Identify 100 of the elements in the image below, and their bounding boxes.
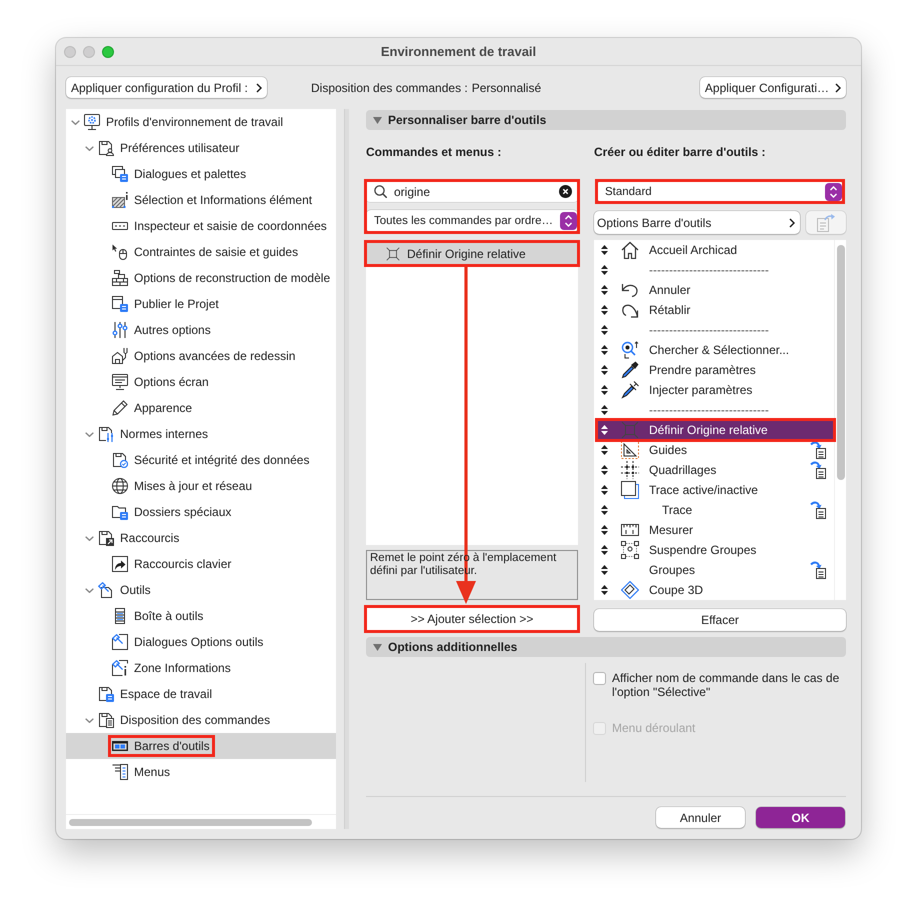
toolbar-item[interactable]: Rétablir xyxy=(597,300,834,320)
clear-button[interactable]: Effacer xyxy=(594,609,846,631)
add-selection-button[interactable]: >> Ajouter sélection >> xyxy=(366,607,578,631)
drag-handle-icon[interactable] xyxy=(601,445,608,455)
set-square-icon xyxy=(621,441,639,459)
tree-item[interactable]: Profils d'environnement de travail xyxy=(66,109,336,135)
tree-item[interactable]: Options écran xyxy=(66,369,336,395)
toolbar-item[interactable]: Mesurer xyxy=(597,520,834,540)
window-title: Environnement de travail xyxy=(380,44,536,59)
layout-value: Personnalisé xyxy=(472,80,542,94)
tree-item[interactable]: Options de reconstruction de modèle xyxy=(66,265,336,291)
tree-item[interactable]: Normes internes xyxy=(66,421,336,447)
tree-item[interactable]: Boîte à outils xyxy=(66,603,336,629)
toolbar-item[interactable]: Guides xyxy=(597,440,834,460)
command-item[interactable]: Définir Origine relative xyxy=(366,242,578,265)
tree-item[interactable]: Contraintes de saisie et guides xyxy=(66,239,336,265)
tree-item[interactable]: Zone Informations xyxy=(66,655,336,681)
separator-item[interactable]: ------------------------------ xyxy=(597,320,834,340)
toolbar-item[interactable]: Suspendre Groupes xyxy=(597,540,834,560)
floppy-user-icon xyxy=(98,140,114,156)
tree-item[interactable]: Disposition des commandes xyxy=(66,707,336,733)
drag-handle-icon[interactable] xyxy=(601,285,608,295)
tree-item[interactable]: Préférences utilisateur xyxy=(66,135,336,161)
chevron-right-icon xyxy=(835,82,841,92)
section-header[interactable]: Personnaliser barre d'outils xyxy=(366,110,846,130)
drag-handle-icon[interactable] xyxy=(601,425,608,435)
chevron-down-icon[interactable] xyxy=(70,120,80,124)
document-arrow-icon xyxy=(817,214,835,232)
drag-handle-icon[interactable] xyxy=(601,365,608,375)
toolbar-item[interactable]: Coupe 3D xyxy=(597,580,834,600)
category-dropdown[interactable]: Toutes les commandes par ordre… xyxy=(366,210,578,232)
profile-apply-button[interactable]: Appliquer configuration du Profil : xyxy=(66,77,267,98)
tree-item[interactable]: Dialogues et palettes xyxy=(66,161,336,187)
drag-handle-icon[interactable] xyxy=(601,485,608,495)
scrollbar[interactable] xyxy=(836,245,844,480)
tree-item[interactable]: Dialogues Options outils xyxy=(66,629,336,655)
drag-handle-icon[interactable] xyxy=(601,385,608,395)
disclosure-triangle-icon[interactable] xyxy=(373,116,382,124)
tree-item[interactable]: Publier le Projet xyxy=(66,291,336,317)
drag-handle-icon[interactable] xyxy=(601,565,608,575)
toolbar-item[interactable]: Chercher & Sélectionner... xyxy=(597,340,834,360)
toolbar-item[interactable]: Définir Origine relative xyxy=(597,420,834,440)
layout-label: Disposition des commandes : xyxy=(311,80,468,94)
chevron-down-icon[interactable] xyxy=(84,146,94,150)
tree-item[interactable]: Espace de travail xyxy=(66,681,336,707)
grid-icon xyxy=(621,461,639,479)
drag-handle-icon[interactable] xyxy=(601,325,608,335)
cancel-button[interactable]: Annuler xyxy=(656,807,745,828)
drag-handle-icon[interactable] xyxy=(601,465,608,475)
drag-handle-icon[interactable] xyxy=(601,305,608,315)
zoom-button[interactable] xyxy=(102,46,114,58)
chevron-down-icon[interactable] xyxy=(84,432,94,436)
tree-item[interactable]: Apparence xyxy=(66,395,336,421)
tree-item[interactable]: Sélection et Informations élément xyxy=(66,187,336,213)
drag-handle-icon[interactable] xyxy=(601,265,608,275)
toolbar-item[interactable]: Prendre paramètres xyxy=(597,360,834,380)
drag-handle-icon[interactable] xyxy=(601,245,608,255)
drag-handle-icon[interactable] xyxy=(601,505,608,515)
pointer-mouse-icon xyxy=(112,244,128,260)
chevron-down-icon[interactable] xyxy=(84,718,94,722)
drag-handle-icon[interactable] xyxy=(601,525,608,535)
toolbar-item[interactable]: Trace xyxy=(597,500,834,520)
clear-icon[interactable] xyxy=(559,185,572,198)
chevron-down-icon[interactable] xyxy=(84,588,94,592)
tree-item[interactable]: Dossiers spéciaux xyxy=(66,499,336,525)
toolbar-item[interactable]: Trace active/inactive xyxy=(597,480,834,500)
tree-item[interactable]: Menus xyxy=(66,759,336,785)
apply-configuration-button[interactable]: Appliquer Configurati… xyxy=(700,77,846,98)
toolbar-item[interactable]: Annuler xyxy=(597,280,834,300)
tree-item[interactable]: Sécurité et intégrité des données xyxy=(66,447,336,473)
toolbar-item[interactable]: Injecter paramètres xyxy=(597,380,834,400)
drag-handle-icon[interactable] xyxy=(601,585,608,595)
toolbar-item[interactable]: Groupes xyxy=(597,560,834,580)
chevron-down-icon[interactable] xyxy=(84,536,94,540)
drag-handle-icon[interactable] xyxy=(601,545,608,555)
tree-item[interactable]: Raccourcis xyxy=(66,525,336,551)
tree-item[interactable]: Autres options xyxy=(66,317,336,343)
tree-item[interactable]: Inspecteur et saisie de coordonnées xyxy=(66,213,336,239)
tree-item[interactable]: Options avancées de redessin xyxy=(66,343,336,369)
search-field[interactable]: origine xyxy=(366,181,578,202)
tree-item[interactable]: Mises à jour et réseau xyxy=(66,473,336,499)
toolbar-item[interactable]: Accueil Archicad xyxy=(597,240,834,260)
origin-cross-icon xyxy=(386,246,400,260)
windows-list-icon xyxy=(112,296,128,312)
toolbar-item[interactable]: Quadrillages xyxy=(597,460,834,480)
disclosure-triangle-icon[interactable] xyxy=(373,644,382,650)
tree-item[interactable]: Outils xyxy=(66,577,336,603)
toolbar-dropdown[interactable]: Standard xyxy=(597,181,843,202)
drag-handle-icon[interactable] xyxy=(601,345,608,355)
globe-icon xyxy=(112,478,128,494)
separator-item[interactable]: ------------------------------ xyxy=(597,260,834,280)
tree-item[interactable]: Raccourcis clavier xyxy=(66,551,336,577)
section-header[interactable]: Options additionnelles xyxy=(366,637,846,657)
drag-handle-icon[interactable] xyxy=(601,405,608,415)
separator-item[interactable]: ------------------------------ xyxy=(597,400,834,420)
scrollbar[interactable] xyxy=(69,818,312,826)
ok-button[interactable]: OK xyxy=(756,807,845,828)
toolbar-options-button[interactable]: Options Barre d'outils xyxy=(594,211,800,234)
checkbox[interactable] xyxy=(593,672,606,685)
tree-item[interactable]: Barres d'outils xyxy=(66,733,336,759)
